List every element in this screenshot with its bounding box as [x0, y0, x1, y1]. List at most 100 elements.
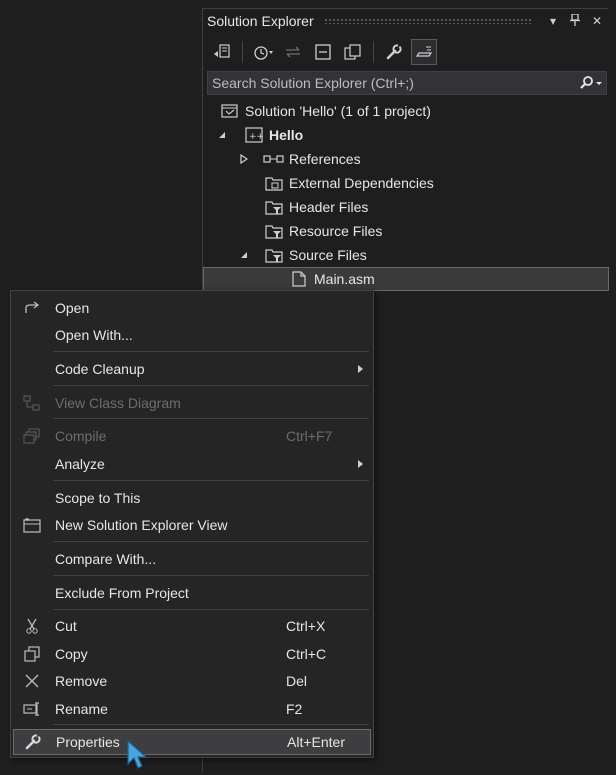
context-menu: Open Open With... Code Cleanup View Clas…	[10, 290, 374, 758]
menu-item-view-class-diagram: View Class Diagram	[13, 390, 371, 416]
menu-label: New Solution Explorer View	[55, 517, 228, 533]
panel-toolbar	[203, 37, 608, 67]
menu-separator	[53, 541, 369, 542]
menu-shortcut: Del	[286, 673, 308, 689]
tree-item-resource-files[interactable]: Resource Files	[263, 219, 382, 243]
menu-item-copy[interactable]: Copy Ctrl+C	[13, 641, 371, 667]
sync-icon[interactable]	[280, 39, 306, 65]
new-view-icon	[13, 517, 51, 533]
menu-label: Analyze	[55, 456, 105, 472]
menu-item-remove[interactable]: Remove Del	[13, 668, 371, 694]
wrench-icon	[14, 733, 52, 751]
menu-shortcut: Ctrl+X	[286, 618, 326, 634]
remove-icon	[13, 674, 51, 688]
references-icon	[263, 150, 285, 168]
menu-shortcut: Ctrl+C	[286, 646, 327, 662]
tree-item-header-files[interactable]: Header Files	[263, 195, 368, 219]
expanded-arrow-icon[interactable]	[215, 131, 229, 139]
tree-item-solution[interactable]: Solution 'Hello' (1 of 1 project)	[219, 99, 431, 123]
menu-item-compare-with[interactable]: Compare With...	[13, 546, 371, 572]
tree-item-label: External Dependencies	[289, 175, 434, 191]
menu-item-compile: Compile Ctrl+F7	[13, 423, 371, 449]
tree-item-label: Source Files	[289, 247, 367, 263]
menu-label: Exclude From Project	[55, 585, 189, 601]
collapse-all-icon[interactable]	[310, 39, 336, 65]
menu-item-cut[interactable]: Cut Ctrl+X	[13, 613, 371, 639]
class-diagram-icon	[13, 395, 51, 411]
cut-icon	[13, 618, 51, 634]
pending-changes-icon[interactable]	[250, 39, 276, 65]
filter-folder-icon	[263, 246, 285, 264]
show-all-files-icon[interactable]	[340, 39, 366, 65]
submenu-arrow-icon	[358, 365, 363, 373]
tree-item-label: References	[289, 151, 361, 167]
menu-item-exclude-from-project[interactable]: Exclude From Project	[13, 580, 371, 606]
menu-separator	[53, 575, 369, 576]
menu-shortcut: Ctrl+F7	[286, 428, 333, 444]
search-placeholder: Search Solution Explorer (Ctrl+;)	[212, 75, 414, 91]
menu-item-code-cleanup[interactable]: Code Cleanup	[13, 356, 371, 382]
menu-label: Scope to This	[55, 490, 141, 506]
drag-grip[interactable]	[323, 18, 532, 24]
compile-icon	[13, 428, 51, 444]
menu-separator	[53, 609, 369, 610]
tree-item-label: Solution 'Hello' (1 of 1 project)	[245, 103, 431, 119]
collapsed-arrow-icon[interactable]	[237, 154, 251, 164]
preview-selected-icon[interactable]	[411, 39, 437, 65]
menu-label: Properties	[56, 734, 120, 750]
menu-label: Open With...	[55, 327, 133, 343]
tree-item-project-hello[interactable]: ++ Hello	[215, 123, 303, 147]
pin-icon[interactable]	[564, 12, 586, 29]
menu-item-properties[interactable]: Properties Alt+Enter	[13, 729, 371, 755]
search-icon[interactable]	[576, 76, 606, 90]
menu-label: Code Cleanup	[55, 361, 145, 377]
menu-item-scope-to-this[interactable]: Scope to This	[13, 485, 371, 511]
menu-separator	[53, 418, 369, 419]
search-input[interactable]: Search Solution Explorer (Ctrl+;)	[207, 71, 607, 95]
menu-label: Compare With...	[55, 551, 157, 567]
panel-title-bar: Solution Explorer ▾ ✕	[203, 9, 608, 33]
tree-item-label: Resource Files	[289, 223, 383, 239]
menu-shortcut: F2	[286, 701, 303, 717]
external-folder-icon	[263, 174, 285, 192]
menu-item-rename[interactable]: Rename F2	[13, 696, 371, 722]
solution-icon	[219, 102, 241, 120]
tree-item-external-dependencies[interactable]: External Dependencies	[263, 171, 434, 195]
tree-item-main-asm[interactable]: Main.asm	[203, 267, 609, 291]
mouse-cursor-icon	[127, 739, 149, 775]
tree-item-label: Header Files	[289, 199, 369, 215]
menu-label: Cut	[55, 618, 77, 634]
tree-item-source-files[interactable]: Source Files	[237, 243, 367, 267]
menu-item-new-solution-explorer-view[interactable]: New Solution Explorer View	[13, 512, 371, 538]
wrench-icon[interactable]	[381, 39, 407, 65]
copy-icon	[13, 646, 51, 662]
menu-label: Compile	[55, 428, 107, 444]
panel-title: Solution Explorer	[207, 13, 314, 29]
filter-folder-icon	[263, 198, 285, 216]
menu-label: Remove	[55, 673, 108, 689]
chevron-down-icon[interactable]: ▾	[542, 14, 564, 28]
file-icon	[288, 270, 310, 288]
tree-item-references[interactable]: References	[237, 147, 361, 171]
filter-folder-icon	[263, 222, 285, 240]
tree-item-label: Hello	[269, 127, 304, 143]
submenu-arrow-icon	[358, 460, 363, 468]
switch-views-icon[interactable]	[209, 39, 235, 65]
menu-shortcut: Alt+Enter	[287, 734, 345, 750]
rename-icon	[13, 702, 51, 716]
menu-item-open-with[interactable]: Open With...	[13, 322, 371, 348]
menu-item-open[interactable]: Open	[13, 295, 371, 321]
menu-separator	[53, 351, 369, 352]
cpp-project-icon: ++	[243, 126, 265, 144]
menu-separator	[53, 480, 369, 481]
close-icon[interactable]: ✕	[586, 14, 608, 28]
menu-label: Copy	[55, 646, 88, 662]
menu-label: Open	[55, 300, 90, 316]
menu-label: Rename	[55, 701, 108, 717]
svg-text:++: ++	[249, 132, 263, 142]
tree-item-label: Main.asm	[314, 271, 375, 287]
menu-separator	[53, 385, 369, 386]
menu-item-analyze[interactable]: Analyze	[13, 451, 371, 477]
menu-separator	[53, 724, 369, 725]
expanded-arrow-icon[interactable]	[237, 251, 251, 259]
